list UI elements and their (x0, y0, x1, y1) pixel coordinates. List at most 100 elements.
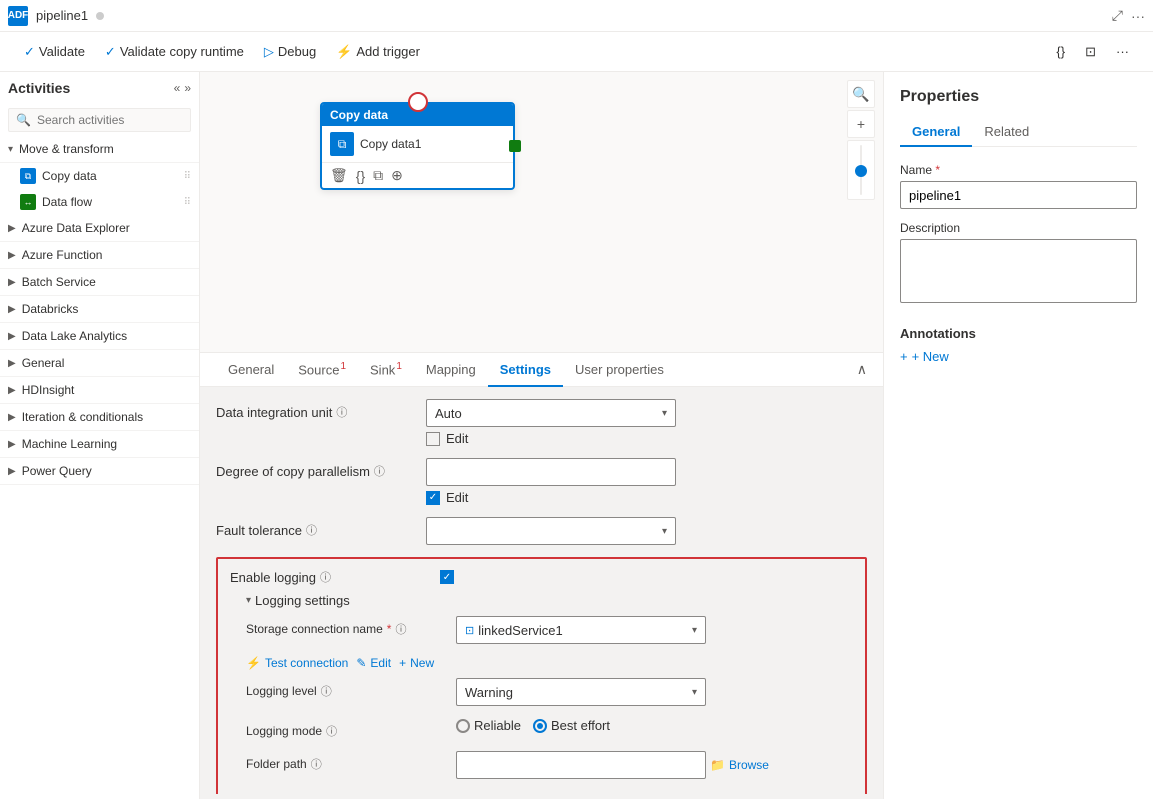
info-icon[interactable]: ⓘ (336, 404, 347, 420)
tabs-close-icon[interactable]: ∧ (857, 361, 867, 378)
card-activity-icon: ⧉ (330, 132, 354, 156)
code-card-icon[interactable]: {} (356, 168, 365, 184)
tabs-panel: General Source1 Sink1 Mapping Settings U… (200, 352, 883, 387)
info-icon[interactable]: ⓘ (306, 522, 317, 538)
props-tab-related[interactable]: Related (972, 118, 1041, 147)
edit-linked-service-button[interactable]: ✎ Edit (356, 656, 391, 670)
sidebar-section-azure-data-explorer[interactable]: ▶ Azure Data Explorer (0, 215, 199, 242)
reliable-radio-circle[interactable] (456, 719, 470, 733)
delete-card-icon[interactable]: 🗑 (330, 167, 348, 184)
section-header-azure-data-explorer[interactable]: ▶ Azure Data Explorer (0, 215, 199, 242)
sidebar-section-iteration-conditionals[interactable]: ▶ Iteration & conditionals (0, 404, 199, 431)
pipeline-canvas[interactable]: Copy data ⧉ Copy data1 🗑 {} ⧉ ⊕ 🔍 + (200, 72, 883, 352)
info-icon[interactable]: ⓘ (326, 723, 337, 739)
section-label: Databricks (22, 302, 79, 316)
section-header-batch-service[interactable]: ▶ Batch Service (0, 269, 199, 296)
logging-level-select[interactable]: Warning ▾ (456, 678, 706, 706)
section-header-data-lake-analytics[interactable]: ▶ Data Lake Analytics (0, 323, 199, 350)
more-options-icon[interactable]: ··· (1131, 8, 1145, 24)
description-textarea[interactable] (900, 239, 1137, 303)
data-integration-select[interactable]: Auto ▾ (426, 399, 676, 427)
chevron-right-icon: ▶ (8, 466, 16, 477)
name-input[interactable] (900, 181, 1137, 209)
sidebar-item-copy-data[interactable]: ⧉ Copy data ⠿ (0, 163, 199, 189)
expand-icon[interactable]: » (184, 81, 191, 95)
section-header-move-transform[interactable]: ▾ Move & transform (0, 136, 199, 163)
sidebar-item-data-flow[interactable]: ↔ Data flow ⠿ (0, 189, 199, 215)
add-annotation-button[interactable]: + + New (900, 349, 949, 364)
card-body: ⧉ Copy data1 (322, 126, 513, 162)
sidebar-section-batch-service[interactable]: ▶ Batch Service (0, 269, 199, 296)
tabs-header: General Source1 Sink1 Mapping Settings U… (200, 353, 883, 387)
section-header-hdinsight[interactable]: ▶ HDInsight (0, 377, 199, 404)
properties-title: Properties (900, 88, 1137, 106)
logging-mode-row: Logging mode ⓘ Reliable (246, 718, 853, 739)
copy-data-card[interactable]: Copy data ⧉ Copy data1 🗑 {} ⧉ ⊕ (320, 102, 515, 190)
tab-settings[interactable]: Settings (488, 354, 563, 387)
enable-logging-checkbox[interactable] (440, 570, 454, 584)
tab-source[interactable]: Source1 (286, 353, 358, 387)
connect-card-icon[interactable]: ⊕ (391, 167, 403, 184)
sidebar-section-hdinsight[interactable]: ▶ HDInsight (0, 377, 199, 404)
sidebar-section-machine-learning[interactable]: ▶ Machine Learning (0, 431, 199, 458)
storage-connection-select[interactable]: ⊡ linkedService1 ▾ (456, 616, 706, 644)
browse-button[interactable]: 📁 Browse (710, 758, 769, 772)
folder-path-input[interactable] (456, 751, 706, 779)
fault-tolerance-select[interactable]: ▾ (426, 517, 676, 545)
section-header-machine-learning[interactable]: ▶ Machine Learning (0, 431, 199, 458)
toolbar-more-button[interactable]: ··· (1108, 40, 1137, 63)
info-icon[interactable]: ⓘ (395, 621, 406, 637)
sidebar: Activities « » 🔍 ▾ Move & transform ⧉ Co… (0, 72, 200, 799)
debug-button[interactable]: ▷ Debug (256, 40, 324, 64)
add-trigger-button[interactable]: ⚡ Add trigger (328, 40, 428, 64)
reliable-radio[interactable]: Reliable (456, 718, 521, 733)
new-linked-service-button[interactable]: + New (399, 656, 434, 670)
props-tab-general[interactable]: General (900, 118, 972, 147)
fault-tolerance-row: Fault tolerance ⓘ ▾ (216, 517, 867, 545)
canvas-zoom-in-button[interactable]: + (847, 110, 875, 138)
monitor-button[interactable]: ⊡ (1077, 40, 1104, 64)
validate-button[interactable]: ✓ Validate (16, 40, 93, 64)
canvas-zoom-slider[interactable] (847, 140, 875, 200)
sidebar-section-general[interactable]: ▶ General (0, 350, 199, 377)
info-icon[interactable]: ⓘ (374, 463, 385, 479)
tab-user-properties[interactable]: User properties (563, 354, 676, 387)
info-icon[interactable]: ⓘ (320, 569, 331, 585)
degree-parallelism-input[interactable] (426, 458, 676, 486)
code-view-button[interactable]: {} (1048, 40, 1073, 63)
chevron-down-icon: ▾ (8, 144, 13, 155)
tab-sink[interactable]: Sink1 (358, 353, 414, 387)
section-header-azure-function[interactable]: ▶ Azure Function (0, 242, 199, 269)
sidebar-section-databricks[interactable]: ▶ Databricks (0, 296, 199, 323)
info-icon[interactable]: ⓘ (321, 683, 332, 699)
sidebar-section-data-lake-analytics[interactable]: ▶ Data Lake Analytics (0, 323, 199, 350)
validate-copy-button[interactable]: ✓ Validate copy runtime (97, 40, 252, 64)
best-effort-radio[interactable]: Best effort (533, 718, 610, 733)
best-effort-radio-circle[interactable] (533, 719, 547, 733)
collapse-icon[interactable]: « (174, 81, 181, 95)
degree-edit-checkbox[interactable] (426, 491, 440, 505)
section-header-general[interactable]: ▶ General (0, 350, 199, 377)
section-header-power-query[interactable]: ▶ Power Query (0, 458, 199, 485)
debug-icon: ▷ (264, 44, 274, 60)
section-header-databricks[interactable]: ▶ Databricks (0, 296, 199, 323)
edit-checkbox[interactable] (426, 432, 440, 446)
info-icon[interactable]: ⓘ (311, 756, 322, 772)
test-connection-button[interactable]: ⚡ Test connection (246, 656, 348, 670)
logging-level-row: Logging level ⓘ Warning ▾ (246, 678, 853, 706)
tab-general[interactable]: General (216, 354, 286, 387)
canvas-search-button[interactable]: 🔍 (847, 80, 875, 108)
search-input[interactable] (8, 108, 191, 132)
slider-thumb[interactable] (855, 165, 867, 177)
tab-mapping[interactable]: Mapping (414, 354, 488, 387)
sidebar-section-power-query[interactable]: ▶ Power Query (0, 458, 199, 485)
sidebar-section-move-transform[interactable]: ▾ Move & transform ⧉ Copy data ⠿ ↔ Data … (0, 136, 199, 215)
storage-connection-control: ⊡ linkedService1 ▾ (456, 616, 853, 644)
expand-icon[interactable]: ⤢ (1112, 7, 1123, 24)
description-field-label: Description (900, 221, 1137, 235)
data-integration-label: Data integration unit ⓘ (216, 399, 426, 420)
copy-card-icon[interactable]: ⧉ (373, 167, 383, 184)
sidebar-section-azure-function[interactable]: ▶ Azure Function (0, 242, 199, 269)
section-label: Data Lake Analytics (22, 329, 127, 343)
section-header-iteration-conditionals[interactable]: ▶ Iteration & conditionals (0, 404, 199, 431)
